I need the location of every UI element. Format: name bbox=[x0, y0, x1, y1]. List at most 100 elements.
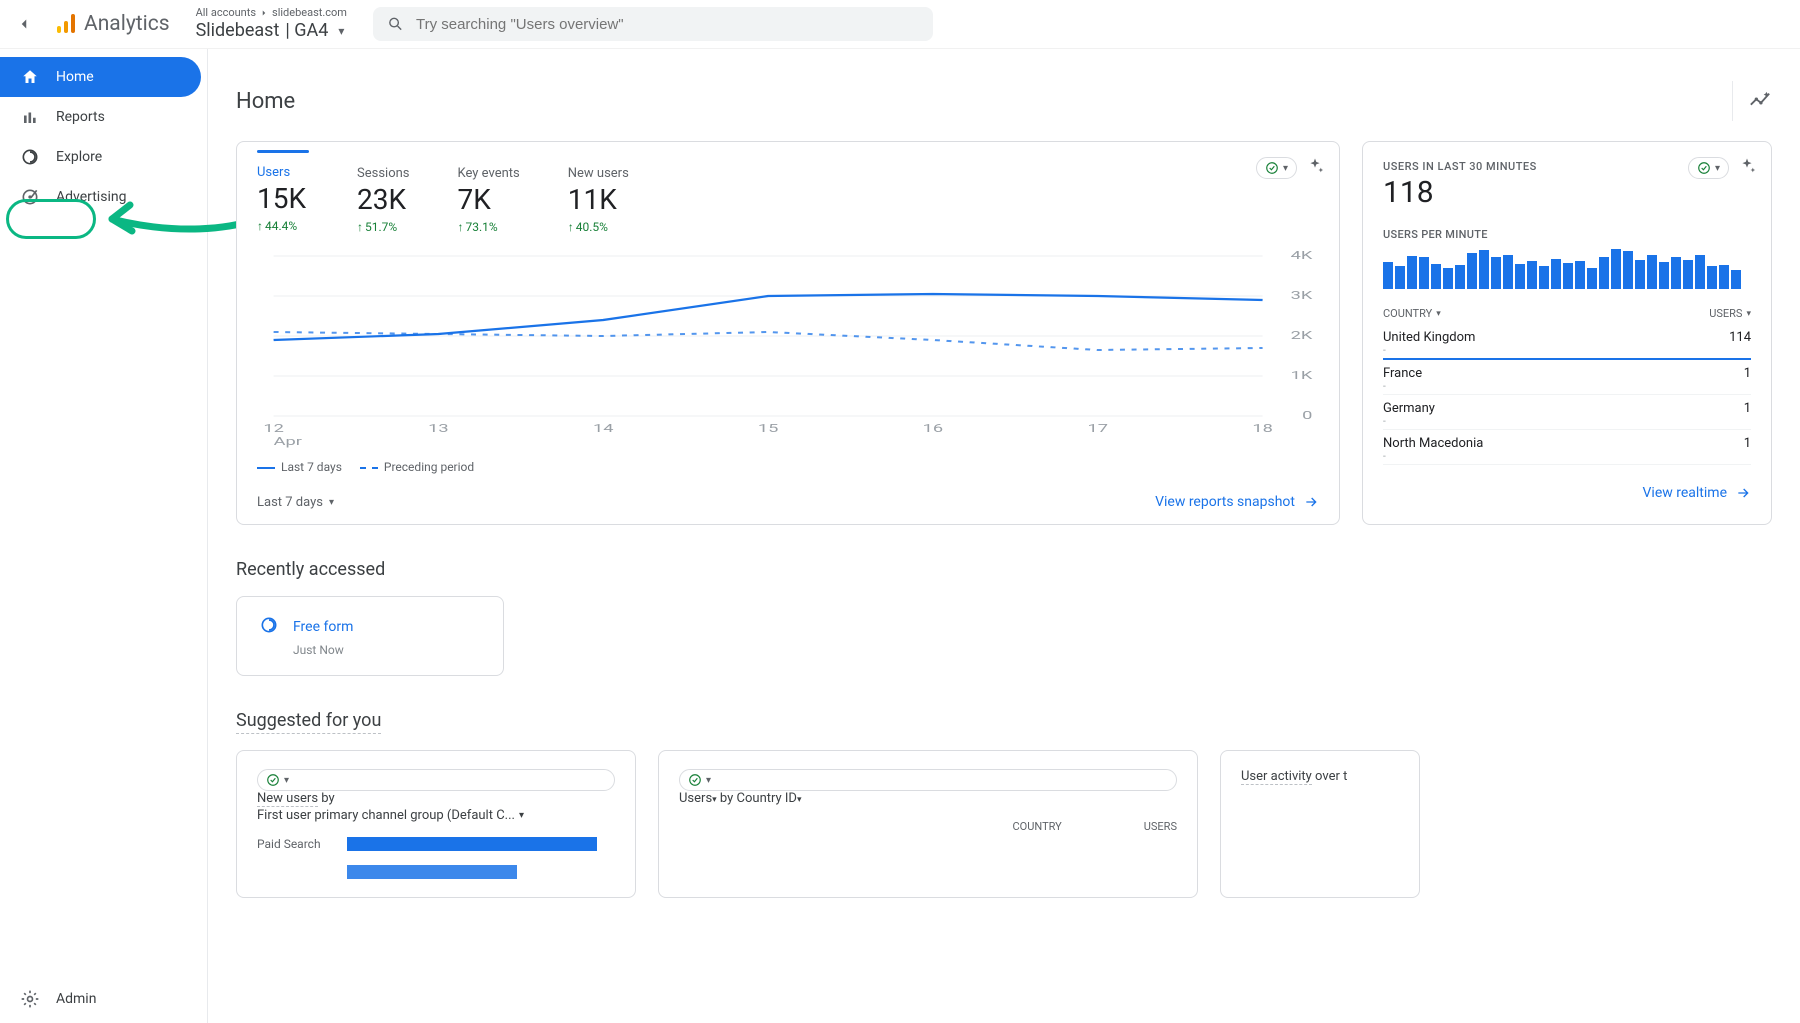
svg-text:15: 15 bbox=[758, 422, 778, 435]
crumb-domain: slidebeast.com bbox=[272, 6, 347, 20]
metric-key-events[interactable]: Key events 7K ↑ 73.1% bbox=[458, 166, 520, 234]
suggested-card-new-users[interactable]: ▾ New users by First user primary channe… bbox=[236, 750, 636, 898]
analytics-logo[interactable]: Analytics bbox=[54, 12, 170, 36]
chevron-down-icon: ▾ bbox=[519, 810, 524, 821]
data-quality-chip[interactable]: ▾ bbox=[1256, 157, 1297, 179]
realtime-bar bbox=[1443, 268, 1453, 289]
nav-explore[interactable]: Explore bbox=[0, 137, 201, 177]
realtime-bar bbox=[1575, 261, 1585, 290]
chevron-down-icon: ▾ bbox=[706, 775, 711, 786]
table-row[interactable]: Germany-1 bbox=[1383, 395, 1751, 430]
insights-button[interactable] bbox=[1732, 81, 1772, 121]
recent-free-form-card[interactable]: Free form Just Now bbox=[236, 596, 504, 676]
check-circle-icon bbox=[1265, 161, 1279, 175]
realtime-bar bbox=[1539, 266, 1549, 290]
nav-explore-label: Explore bbox=[56, 149, 102, 165]
account-picker[interactable]: All accounts slidebeast.com Slidebeast |… bbox=[196, 6, 347, 42]
realtime-bar bbox=[1431, 264, 1441, 289]
realtime-bar bbox=[1563, 263, 1573, 289]
metric-label: Sessions bbox=[357, 166, 410, 181]
insights-icon bbox=[1749, 90, 1771, 112]
data-quality-chip[interactable]: ▾ bbox=[679, 769, 1177, 791]
date-range-label: Last 7 days bbox=[257, 495, 323, 510]
nav-advertising[interactable]: Advertising bbox=[0, 177, 201, 217]
chevron-down-icon: ▾ bbox=[797, 795, 802, 805]
nav-admin-label: Admin bbox=[56, 991, 96, 1007]
left-nav: Home Reports Explore Advertising Admin bbox=[0, 49, 208, 1023]
app-header: Analytics All accounts slidebeast.com Sl… bbox=[0, 0, 1800, 49]
search-bar[interactable] bbox=[373, 7, 933, 41]
svg-text:13: 13 bbox=[428, 422, 448, 435]
realtime-bar bbox=[1599, 257, 1609, 289]
gear-icon bbox=[20, 989, 40, 1009]
chart-legend: Last 7 days Preceding period bbox=[257, 460, 1319, 474]
recent-item-name: Free form bbox=[293, 619, 353, 635]
chevron-right-icon bbox=[259, 8, 269, 18]
metric-delta: ↑ 51.7% bbox=[357, 220, 410, 234]
col-country[interactable]: COUNTRY ▾ bbox=[1383, 307, 1441, 320]
data-quality-chip[interactable]: ▾ bbox=[1688, 157, 1729, 179]
metric-sessions[interactable]: Sessions 23K ↑ 51.7% bbox=[357, 166, 410, 234]
metric-new-users[interactable]: New users 11K ↑ 40.5% bbox=[568, 166, 629, 234]
realtime-bar bbox=[1467, 253, 1477, 289]
target-icon bbox=[20, 187, 40, 207]
realtime-bar bbox=[1407, 256, 1417, 289]
realtime-bar bbox=[1419, 257, 1429, 290]
col-country: COUNTRY bbox=[1013, 820, 1062, 833]
col-users[interactable]: USERS ▾ bbox=[1709, 307, 1751, 320]
chevron-down-icon: ▾ bbox=[1746, 309, 1751, 319]
chevron-down-icon: ▾ bbox=[338, 24, 344, 39]
svg-text:18: 18 bbox=[1252, 422, 1272, 435]
sparkle-button[interactable] bbox=[1737, 156, 1757, 180]
recently-accessed-title: Recently accessed bbox=[236, 559, 1772, 580]
sparkle-icon bbox=[1737, 156, 1757, 176]
metric-delta: ↑ 40.5% bbox=[568, 220, 629, 234]
link-label: View reports snapshot bbox=[1155, 494, 1295, 510]
table-row[interactable]: North Macedonia-1 bbox=[1383, 430, 1751, 465]
realtime-bar bbox=[1503, 255, 1513, 289]
table-row[interactable]: United Kingdom-114 bbox=[1383, 324, 1751, 360]
explore-icon bbox=[259, 615, 279, 639]
date-range-picker[interactable]: Last 7 days ▾ bbox=[257, 495, 334, 510]
nav-admin[interactable]: Admin bbox=[0, 975, 207, 1023]
realtime-bar bbox=[1695, 255, 1705, 289]
realtime-bar bbox=[1671, 257, 1681, 289]
col-users: USERS bbox=[1144, 820, 1177, 833]
property-suffix: | GA4 bbox=[285, 20, 328, 43]
nav-reports[interactable]: Reports bbox=[0, 97, 201, 137]
view-realtime-link[interactable]: View realtime bbox=[1643, 485, 1751, 501]
sparkle-button[interactable] bbox=[1305, 156, 1325, 180]
suggested-title: Suggested for you bbox=[236, 710, 381, 734]
back-button[interactable] bbox=[10, 10, 38, 38]
nav-reports-label: Reports bbox=[56, 109, 105, 125]
metric-tabs: Users 15K ↑ 44.4% Sessions 23K ↑ 51.7% K… bbox=[257, 166, 1319, 234]
metric-value: 15K bbox=[257, 182, 309, 215]
table-row[interactable]: France-1 bbox=[1383, 360, 1751, 395]
metric-value: 23K bbox=[357, 183, 410, 216]
home-icon bbox=[20, 67, 40, 87]
overview-card: ▾ Users 15K ↑ 44.4% Sessions 23K bbox=[236, 141, 1340, 525]
search-input[interactable] bbox=[416, 16, 919, 33]
metric-value: 7K bbox=[458, 183, 520, 216]
realtime-bar bbox=[1623, 251, 1633, 289]
suggested-card-users-by-country[interactable]: ▾ Users▾ by Country ID▾ COUNTRY USERS bbox=[658, 750, 1198, 898]
realtime-bar bbox=[1455, 265, 1465, 289]
svg-text:17: 17 bbox=[1088, 422, 1108, 435]
nav-advertising-label: Advertising bbox=[56, 189, 126, 205]
metric-label: Key events bbox=[458, 166, 520, 181]
realtime-bar bbox=[1707, 266, 1717, 290]
mini-bar bbox=[347, 837, 597, 851]
view-reports-snapshot-link[interactable]: View reports snapshot bbox=[1155, 494, 1319, 510]
suggested-card-user-activity[interactable]: User activity over t bbox=[1220, 750, 1420, 898]
content-area: Home ▾ Users bbox=[208, 49, 1800, 1023]
metric-users[interactable]: Users 15K ↑ 44.4% bbox=[257, 166, 309, 234]
realtime-bar bbox=[1479, 250, 1489, 289]
sug-dimension[interactable]: First user primary channel group (Defaul… bbox=[257, 808, 615, 823]
nav-home[interactable]: Home bbox=[0, 57, 201, 97]
search-icon bbox=[387, 15, 404, 33]
realtime-bar bbox=[1731, 270, 1741, 289]
sparkle-icon bbox=[1305, 156, 1325, 176]
mini-bar-label: Paid Search bbox=[257, 837, 341, 851]
chevron-down-icon: ▾ bbox=[1715, 163, 1720, 174]
data-quality-chip[interactable]: ▾ bbox=[257, 769, 615, 791]
